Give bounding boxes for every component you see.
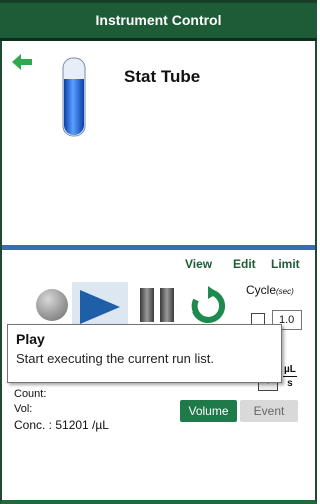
concentration-label: Conc. : 51201 /µL — [14, 418, 109, 432]
cycle-label: Cycle(sec) — [246, 283, 294, 297]
section-divider — [2, 245, 315, 250]
tooltip-body: Start executing the current run list. — [16, 351, 214, 366]
left-arrow-icon[interactable] — [12, 54, 32, 70]
play-icon — [80, 290, 120, 324]
play-tooltip: Play Start executing the current run lis… — [7, 324, 282, 383]
tube-title: Stat Tube — [124, 67, 201, 86]
vol-label: Vol: — [14, 403, 33, 415]
rate-unit-denominator: s — [287, 378, 293, 389]
cycle-unit: (sec) — [276, 287, 294, 296]
cycle-label-text: Cycle — [246, 283, 277, 297]
refresh-icon[interactable] — [188, 286, 228, 326]
rate-unit: µL s — [283, 363, 297, 390]
test-tube-icon — [62, 57, 86, 137]
window-title: Instrument Control — [0, 0, 317, 41]
stop-button[interactable] — [36, 289, 68, 321]
menu-limit[interactable]: Limit — [271, 257, 300, 271]
event-button[interactable]: Event — [240, 400, 298, 422]
tooltip-title: Play — [16, 331, 45, 347]
volume-button[interactable]: Volume — [180, 400, 237, 422]
menu-edit[interactable]: Edit — [233, 257, 256, 271]
menu-view[interactable]: View — [185, 257, 212, 271]
pause-icon[interactable] — [136, 286, 178, 324]
rate-unit-numerator: µL — [283, 364, 297, 377]
count-label: Count: — [14, 388, 47, 400]
